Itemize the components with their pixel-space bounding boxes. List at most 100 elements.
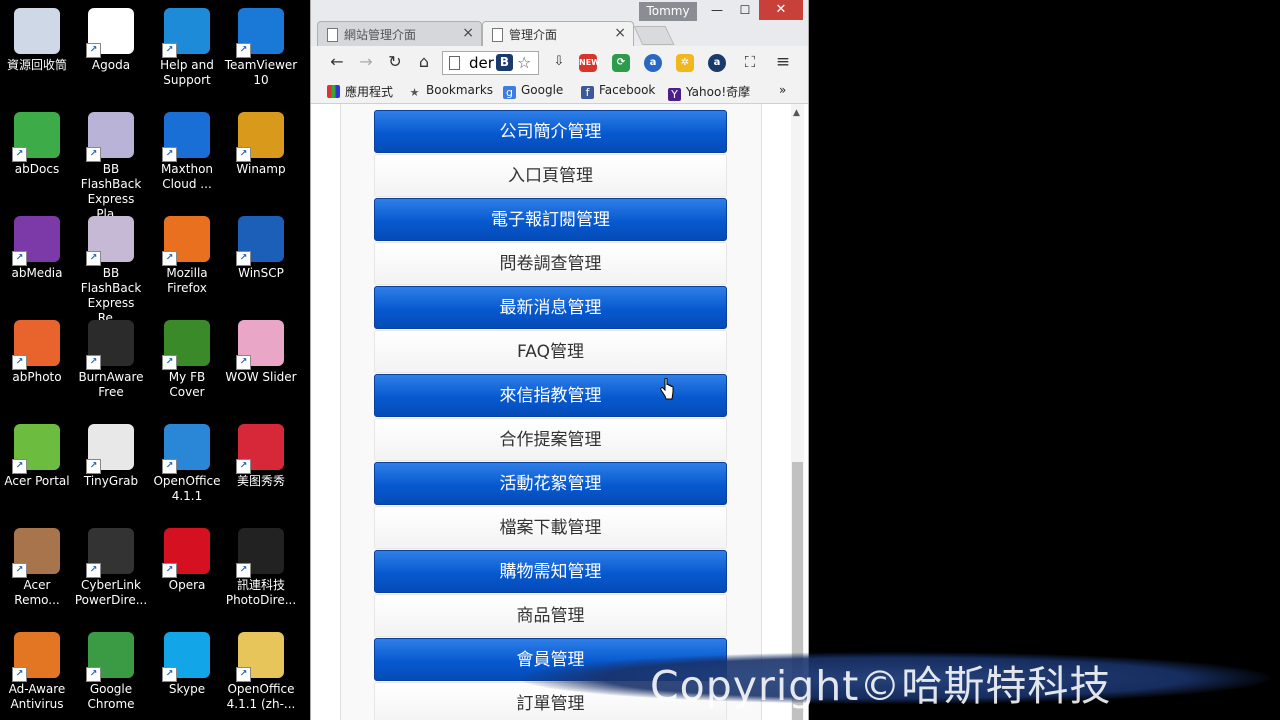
home-icon[interactable]: ⌂ bbox=[413, 52, 435, 72]
desktop-icon[interactable]: ↗ Acer Remo... bbox=[0, 520, 74, 608]
desktop-icon[interactable]: ↗ OpenOffice 4.1.1 (zh-... bbox=[224, 624, 298, 712]
minimize-button[interactable]: — bbox=[703, 0, 731, 20]
menu-button[interactable]: 活動花絮管理 bbox=[374, 462, 727, 505]
agoda-icon: ↗ bbox=[86, 8, 134, 58]
menu-button[interactable]: 最新消息管理 bbox=[374, 286, 727, 329]
desktop-icon[interactable]: ↗ BurnAware Free bbox=[74, 312, 148, 400]
tab-close-icon[interactable]: × bbox=[462, 25, 474, 41]
shortcut-arrow-icon: ↗ bbox=[236, 251, 251, 266]
desktop-icon[interactable]: ↗ OpenOffice 4.1.1 bbox=[150, 416, 224, 504]
desktop-icon[interactable]: ↗ CyberLink PowerDire... bbox=[74, 520, 148, 608]
desktop-icon[interactable]: ↗ TeamViewer 10 bbox=[224, 0, 298, 88]
menu-button[interactable]: FAQ管理 bbox=[374, 330, 727, 373]
profile-badge[interactable]: Tommy bbox=[639, 2, 697, 21]
desktop-icon-label: abPhoto bbox=[12, 370, 62, 384]
bookmark-b-icon[interactable]: B bbox=[496, 54, 513, 71]
desktop-icon[interactable]: 資源回收筒 bbox=[0, 0, 74, 73]
maximize-button[interactable]: ☐ bbox=[731, 0, 759, 20]
new-extension-icon[interactable]: NEW bbox=[579, 54, 600, 72]
shortcut-arrow-icon: ↗ bbox=[236, 667, 251, 682]
forward-arrow-icon[interactable]: → bbox=[355, 52, 377, 72]
desktop-icon[interactable]: ↗ Opera bbox=[150, 520, 224, 593]
desktop-icon[interactable]: ↗ TinyGrab bbox=[74, 416, 148, 489]
address-bar[interactable]: der B ☆ bbox=[442, 51, 539, 75]
desktop-icon[interactable]: ↗ Winamp bbox=[224, 104, 298, 177]
wow-slider-icon: ↗ bbox=[236, 320, 284, 370]
desktop-icon[interactable]: ↗ Google Chrome bbox=[74, 624, 148, 712]
desktop-icon-label: Ad-Aware Antivirus bbox=[8, 682, 66, 711]
desktop-icon[interactable]: ↗ abPhoto bbox=[0, 312, 74, 385]
shortcut-arrow-icon: ↗ bbox=[86, 355, 101, 370]
a-extension-icon[interactable]: a bbox=[644, 54, 662, 72]
menu-button[interactable]: 問卷調查管理 bbox=[374, 242, 727, 285]
desktop-icon[interactable]: ↗ Ad-Aware Antivirus bbox=[0, 624, 74, 712]
download-icon[interactable]: ⇩ bbox=[548, 52, 570, 72]
menu-button[interactable]: 購物需知管理 bbox=[374, 550, 727, 593]
bookmark-apps[interactable]: 應用程式 bbox=[327, 83, 393, 100]
shortcut-arrow-icon: ↗ bbox=[162, 355, 177, 370]
bookmark-facebook[interactable]: f Facebook bbox=[581, 83, 655, 99]
translate-extension-icon[interactable]: a bbox=[708, 54, 726, 72]
google-icon: g bbox=[503, 86, 516, 99]
desktop-icon[interactable]: ↗ BB FlashBack Express Re... bbox=[74, 208, 148, 326]
close-button[interactable]: ✕ bbox=[759, 0, 803, 20]
menu-button[interactable]: 電子報訂閱管理 bbox=[374, 198, 727, 241]
scroll-up-arrow-icon[interactable]: ▲ bbox=[793, 108, 800, 118]
folder-icon: ↗ bbox=[236, 632, 284, 682]
chrome-icon: ↗ bbox=[86, 632, 134, 682]
desktop-icon[interactable]: ↗ Mozilla Firefox bbox=[150, 208, 224, 296]
tab-admin[interactable]: 管理介面 × bbox=[482, 21, 634, 46]
photodirector-icon: ↗ bbox=[236, 528, 284, 578]
desktop-icon[interactable]: ↗ abDocs bbox=[0, 104, 74, 177]
bookmarks-overflow[interactable]: » bbox=[779, 83, 786, 97]
menu-button[interactable]: 合作提案管理 bbox=[374, 418, 727, 461]
desktop-icon[interactable]: ↗ WinSCP bbox=[224, 208, 298, 281]
menu-button[interactable]: 來信指教管理 bbox=[374, 374, 727, 417]
reload-icon[interactable]: ↻ bbox=[384, 52, 406, 72]
new-tab-button[interactable] bbox=[633, 26, 675, 45]
sync-extension-icon[interactable]: ⟳ bbox=[612, 54, 630, 72]
shortcut-arrow-icon: ↗ bbox=[12, 563, 27, 578]
menu-button[interactable]: 入口頁管理 bbox=[374, 154, 727, 197]
desktop-icon[interactable]: ↗ My FB Cover bbox=[150, 312, 224, 400]
sun-extension-icon[interactable]: ✲ bbox=[676, 54, 694, 72]
menu-button[interactable]: 公司簡介管理 bbox=[374, 110, 727, 153]
bookmark-bookmarks[interactable]: ★ Bookmarks bbox=[408, 83, 493, 99]
bookmark-yahoo[interactable]: Y Yahoo!奇摩 bbox=[668, 83, 750, 101]
title-bar: 網站管理介面 × 管理介面 × Tommy — ☐ ✕ bbox=[311, 0, 808, 46]
desktop-icon-label: Maxthon Cloud ... bbox=[160, 162, 214, 191]
desktop-icon[interactable]: ↗ Agoda bbox=[74, 0, 148, 73]
desktop-icon-label: TeamViewer 10 bbox=[224, 58, 298, 87]
desktop-icon[interactable]: ↗ Skype bbox=[150, 624, 224, 697]
desktop-icon[interactable]: ↗ WOW Slider bbox=[224, 312, 298, 385]
menu-button[interactable]: 檔案下載管理 bbox=[374, 506, 727, 549]
tab-website-admin[interactable]: 網站管理介面 × bbox=[317, 21, 482, 46]
hand-cursor-icon bbox=[660, 378, 674, 400]
desktop-icon[interactable]: ↗ abMedia bbox=[0, 208, 74, 281]
bookmark-star-icon[interactable]: ☆ bbox=[517, 52, 531, 74]
desktop-icon-label: Acer Portal bbox=[4, 474, 70, 488]
shortcut-arrow-icon: ↗ bbox=[86, 459, 101, 474]
shortcut-arrow-icon: ↗ bbox=[86, 563, 101, 578]
desktop-icon[interactable]: ↗ 美图秀秀 bbox=[224, 416, 298, 489]
tab-label: 網站管理介面 bbox=[344, 27, 417, 42]
desktop-icon[interactable]: ↗ Acer Portal bbox=[0, 416, 74, 489]
desktop-icon[interactable]: ↗ 訊連科技 PhotoDire... bbox=[224, 520, 298, 608]
menu-icon[interactable]: ≡ bbox=[772, 52, 794, 72]
shortcut-arrow-icon: ↗ bbox=[162, 667, 177, 682]
desktop-icon[interactable]: ↗ BB FlashBack Express Pla... bbox=[74, 104, 148, 222]
tab-close-icon[interactable]: × bbox=[614, 25, 626, 41]
menu-button[interactable]: 商品管理 bbox=[374, 594, 727, 637]
scrollbar[interactable]: ▲ bbox=[791, 104, 804, 720]
bookmark-google[interactable]: g Google bbox=[503, 83, 563, 99]
desktop-icon[interactable]: ↗ Maxthon Cloud ... bbox=[150, 104, 224, 192]
fullscreen-icon[interactable]: ⛶ bbox=[739, 52, 761, 72]
desktop-icon-label: Help and Support bbox=[160, 58, 214, 87]
shortcut-arrow-icon: ↗ bbox=[162, 563, 177, 578]
back-arrow-icon[interactable]: ← bbox=[326, 52, 348, 72]
desktop-icon-label: 美图秀秀 bbox=[236, 474, 285, 488]
shortcut-arrow-icon: ↗ bbox=[162, 43, 177, 58]
shortcut-arrow-icon: ↗ bbox=[12, 355, 27, 370]
desktop-icon-label: Winamp bbox=[236, 162, 286, 176]
desktop-icon[interactable]: ↗ Help and Support bbox=[150, 0, 224, 88]
